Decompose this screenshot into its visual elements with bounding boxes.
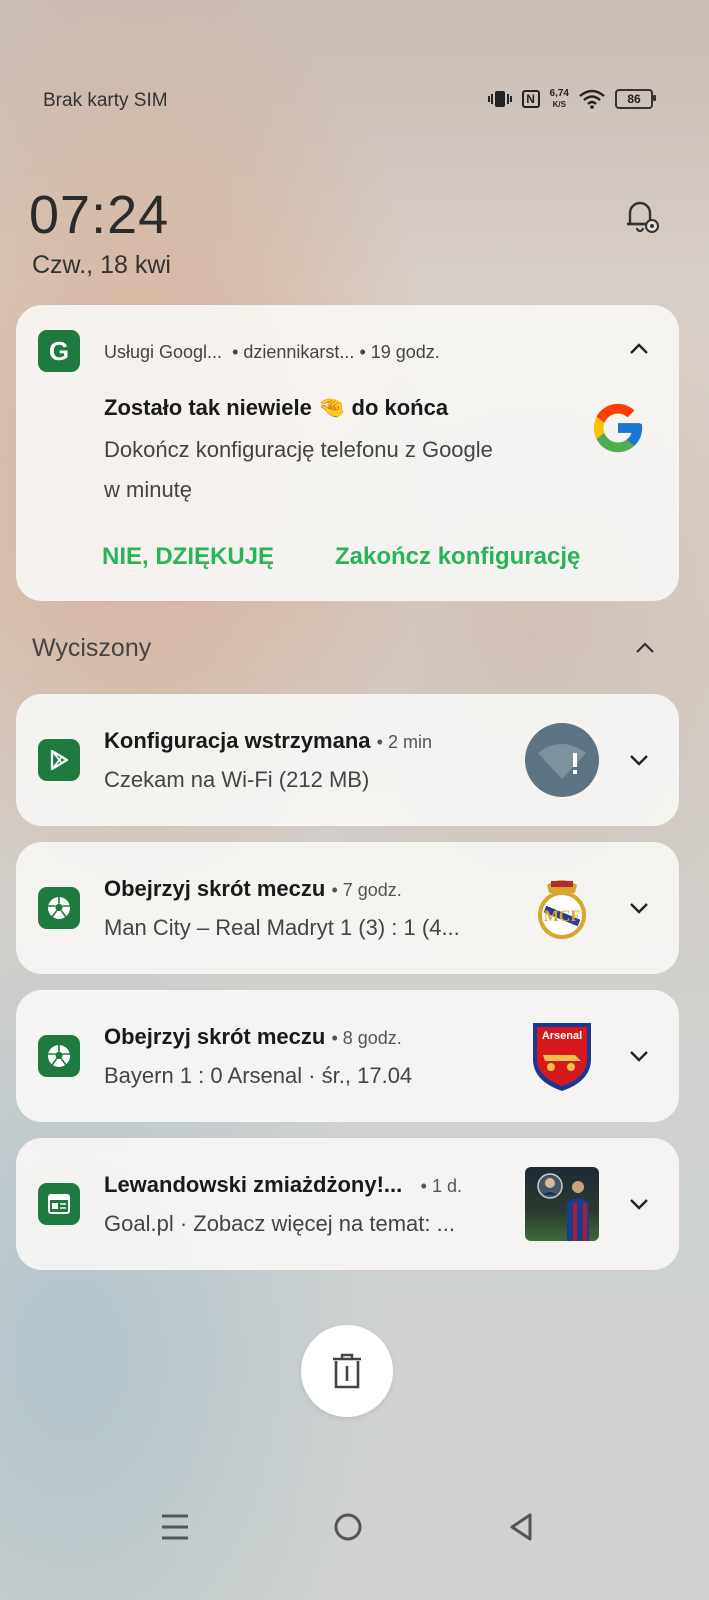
expand-chevron-icon[interactable] [627, 1192, 651, 1216]
arsenal-crest-label: Arsenal [542, 1030, 582, 1042]
soccer-ball-icon [38, 887, 80, 929]
svg-text:MCF: MCF [544, 908, 581, 925]
clock-time: 07:24 [29, 185, 170, 245]
section-collapse-chevron-icon[interactable] [633, 636, 657, 660]
notification-title: Obejrzyj skrót meczu • 7 godz. [104, 876, 402, 901]
carrier-status: Brak karty SIM [43, 90, 168, 111]
notification-setup-paused[interactable]: Konfiguracja wstrzymana • 2 min Czekam n… [16, 694, 679, 826]
google-logo-icon [593, 403, 643, 453]
notification-match-highlights-1[interactable]: Obejrzyj skrót meczu • 7 godz. Man City … [16, 842, 679, 974]
google-setup-notification[interactable]: G Usługi Googl... • dziennikarst... • 19… [16, 305, 679, 601]
expand-chevron-icon[interactable] [627, 1044, 651, 1068]
article-thumbnail [525, 1167, 599, 1241]
arsenal-crest-icon: Arsenal [525, 1019, 599, 1093]
clear-all-button[interactable] [301, 1325, 393, 1417]
notification-body-line2: w minutę [104, 477, 193, 502]
vibrate-icon [487, 91, 512, 107]
collapse-chevron-icon[interactable] [627, 337, 651, 361]
google-services-icon: G [38, 330, 80, 372]
notification-body: Czekam na Wi-Fi (212 MB) [104, 767, 370, 792]
news-icon [38, 1183, 80, 1225]
notification-body: Man City – Real Madryt 1 (3) : 1 (4... [104, 915, 460, 940]
nfc-icon: N [521, 90, 540, 108]
notification-title: Lewandowski zmiażdżony!... • 1 d. [104, 1172, 462, 1197]
notification-body: Goal.pl · Zobacz więcej na temat: ... [104, 1211, 455, 1236]
wifi-warning-icon [525, 723, 599, 797]
expand-chevron-icon[interactable] [627, 896, 651, 920]
battery-icon: 86 [615, 89, 656, 109]
notification-settings-icon[interactable] [621, 196, 661, 241]
wifi-icon [579, 89, 605, 109]
notification-title: Zostało tak niewiele 🤏 do końca [104, 395, 449, 420]
finish-setup-button[interactable]: Zakończ konfigurację [335, 543, 580, 571]
notification-title: Obejrzyj skrót meczu • 8 godz. [104, 1024, 402, 1049]
notification-news-article[interactable]: Lewandowski zmiażdżony!... • 1 d. Goal.p… [16, 1138, 679, 1270]
play-store-icon [38, 739, 80, 781]
real-madrid-crest-icon: MCF [525, 871, 599, 945]
silenced-section-label: Wyciszony [32, 634, 152, 662]
trash-icon [333, 1353, 361, 1389]
notification-match-highlights-2[interactable]: Obejrzyj skrót meczu • 8 godz. Bayern 1 … [16, 990, 679, 1122]
home-icon[interactable] [333, 1510, 363, 1544]
pinching-hand-emoji: 🤏 [317, 395, 346, 420]
notification-title: Konfiguracja wstrzymana • 2 min [104, 728, 432, 753]
notification-header: Usługi Googl... • dziennikarst... • 19 g… [104, 342, 440, 362]
soccer-ball-icon [38, 1035, 80, 1077]
expand-chevron-icon[interactable] [627, 748, 651, 772]
notification-body-line1: Dokończ konfigurację telefonu z Google [104, 437, 493, 462]
clock-date: Czw., 18 kwi [32, 251, 171, 279]
notification-body: Bayern 1 : 0 Arsenal · śr., 17.04 [104, 1063, 413, 1088]
recents-menu-icon[interactable] [160, 1510, 190, 1544]
decline-button[interactable]: NIE, DZIĘKUJĘ [102, 543, 274, 571]
status-icons: N 6,74 K/S 86 [487, 88, 656, 110]
back-icon[interactable] [506, 1510, 536, 1544]
network-speed: 6,74 K/S [549, 88, 569, 109]
